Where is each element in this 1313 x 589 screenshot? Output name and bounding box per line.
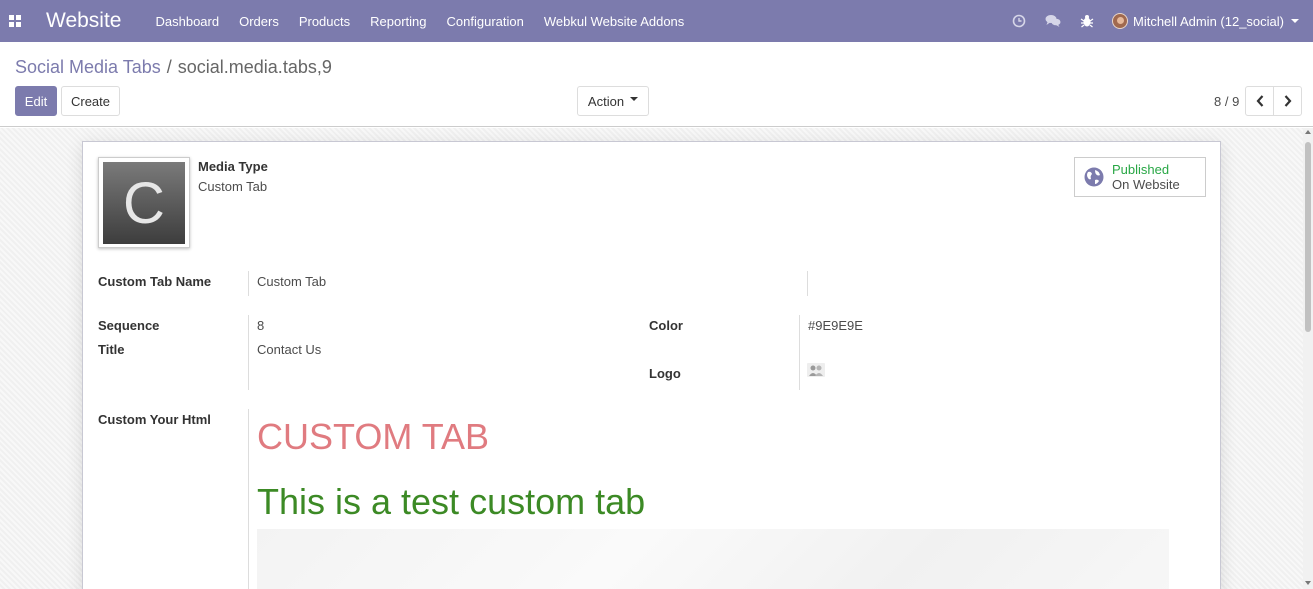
menu-item-reporting[interactable]: Reporting: [360, 0, 436, 42]
top-navbar: Website Dashboard Orders Products Report…: [0, 0, 1313, 42]
breadcrumb-current: social.media.tabs,9: [177, 57, 332, 77]
published-substatus: On Website: [1112, 177, 1180, 192]
vertical-scrollbar[interactable]: [1303, 128, 1313, 589]
edit-button[interactable]: Edit: [15, 86, 57, 116]
custom-html-subheading: This is a test custom tab: [257, 481, 646, 522]
custom-html-label: Custom Your Html: [98, 412, 211, 427]
divider: [799, 315, 800, 390]
divider: [248, 315, 249, 390]
custom-tab-name-label: Custom Tab Name: [98, 274, 212, 289]
chevron-left-icon: [1256, 95, 1263, 107]
menu-item-dashboard[interactable]: Dashboard: [145, 0, 229, 42]
record-image-letter: C: [103, 162, 185, 244]
title-value: Contact Us: [257, 342, 322, 357]
divider: [807, 271, 808, 296]
scroll-up-arrow-icon[interactable]: [1305, 130, 1311, 134]
menu-item-orders[interactable]: Orders: [229, 0, 289, 42]
debug-bug-icon[interactable]: [1070, 0, 1104, 42]
main-menu: Dashboard Orders Products Reporting Conf…: [145, 0, 694, 42]
logo-placeholder-image-icon[interactable]: [807, 363, 825, 377]
color-label: Color: [649, 318, 683, 333]
globe-icon: [1084, 167, 1104, 187]
custom-html-image: [257, 529, 1169, 589]
sequence-value: 8: [257, 318, 265, 333]
website-publish-button[interactable]: Published On Website: [1074, 157, 1206, 197]
action-button-label: Action: [587, 93, 625, 109]
title-label: Title: [98, 342, 125, 357]
record-image[interactable]: C: [98, 157, 190, 248]
chevron-right-icon: [1284, 95, 1291, 107]
breadcrumb: Social Media Tabs / social.media.tabs,9: [15, 57, 332, 78]
media-type-label: Media Type: [198, 159, 268, 174]
custom-tab-name-value: Custom Tab: [257, 274, 327, 289]
clock-icon[interactable]: [1002, 0, 1036, 42]
publish-status-text: Published On Website: [1112, 162, 1180, 192]
action-dropdown-button[interactable]: Action: [577, 86, 649, 116]
custom-html-heading: CUSTOM TAB: [257, 416, 490, 457]
divider: [248, 409, 249, 589]
avatar: [1111, 13, 1128, 29]
user-menu[interactable]: Mitchell Admin (12_social): [1104, 13, 1313, 29]
breadcrumb-separator: /: [166, 57, 172, 77]
user-name: Mitchell Admin (12_social): [1132, 13, 1284, 29]
chevron-down-icon: [1291, 19, 1299, 23]
sequence-label: Sequence: [98, 318, 160, 333]
media-type-value: Custom Tab: [198, 179, 268, 194]
menu-item-products[interactable]: Products: [289, 0, 360, 42]
menu-item-webkul-addons[interactable]: Webkul Website Addons: [534, 0, 694, 42]
pager-next-button[interactable]: [1273, 86, 1302, 116]
scroll-down-arrow-icon[interactable]: [1305, 581, 1311, 585]
control-panel: Social Media Tabs / social.media.tabs,9 …: [0, 42, 1313, 127]
create-button[interactable]: Create: [61, 86, 120, 116]
color-value: #9E9E9E: [808, 318, 863, 333]
scrollbar-thumb[interactable]: [1305, 142, 1311, 332]
logo-label: Logo: [649, 366, 681, 381]
breadcrumb-parent-link[interactable]: Social Media Tabs: [15, 57, 161, 78]
app-title: Website: [46, 9, 122, 32]
apps-menu-icon[interactable]: [0, 0, 30, 42]
chat-icon[interactable]: [1036, 0, 1070, 42]
caret-down-icon: [630, 96, 639, 101]
divider: [248, 271, 249, 296]
menu-item-configuration[interactable]: Configuration: [437, 0, 534, 42]
pager-value[interactable]: 8 / 9: [1214, 94, 1239, 109]
systray: Mitchell Admin (12_social): [1002, 0, 1313, 42]
pager-previous-button[interactable]: [1245, 86, 1274, 116]
form-sheet: C Media Type Custom Tab Published On Web…: [82, 141, 1221, 589]
published-status: Published: [1112, 162, 1170, 177]
